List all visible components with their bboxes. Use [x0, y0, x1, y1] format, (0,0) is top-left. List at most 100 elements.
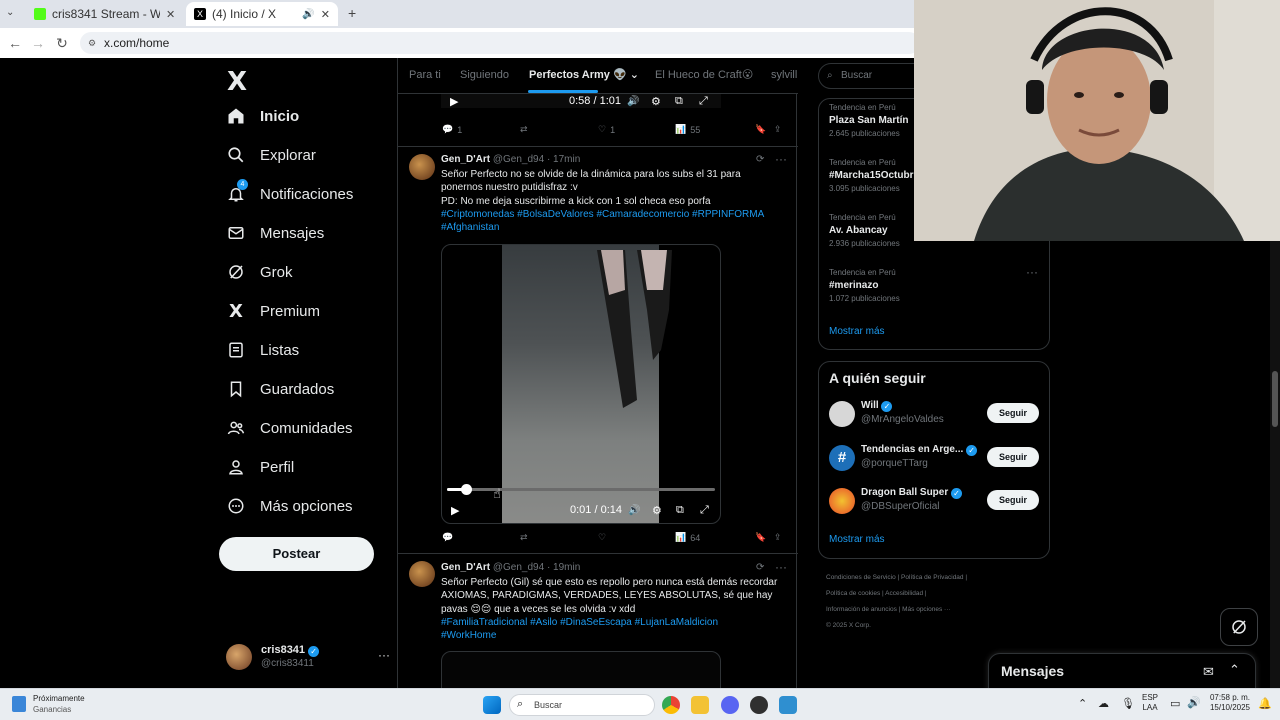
nav-item-explorar[interactable]: Explorar	[226, 140, 316, 170]
more-icon[interactable]: ···	[775, 560, 787, 574]
volume-icon[interactable]: 🔊	[628, 505, 640, 516]
follow-button[interactable]: Seguir	[987, 490, 1039, 510]
clock[interactable]: 07:58 p. m. 15/10/2025	[1206, 693, 1254, 713]
nav-item-mensajes[interactable]: Mensajes	[226, 218, 324, 248]
trend-item[interactable]: Tendencia en Perú #merinazo 1.072 public…	[829, 268, 900, 303]
trend-item[interactable]: Tendencia en Perú Av. Abancay 2.936 publ…	[829, 213, 900, 248]
taskbar-search[interactable]: ⌕ Buscar	[509, 694, 655, 716]
more-icon[interactable]: ···	[1026, 265, 1038, 279]
account-switcher[interactable]: cris8341 ✓ @cris83411 ···	[226, 644, 390, 676]
language-indicator[interactable]: ESP LAA	[1142, 693, 1158, 713]
video-scrubber-track[interactable]	[447, 484, 715, 495]
hashtags[interactable]: #Afghanistan	[441, 221, 786, 234]
back-icon[interactable]: ←	[3, 35, 27, 51]
reply-button[interactable]: 💬	[442, 532, 453, 543]
reply-button[interactable]: 💬 1	[442, 124, 462, 135]
settings-icon[interactable]: ⚙	[652, 504, 662, 517]
x-logo-icon[interactable]: X	[227, 67, 257, 97]
bookmark-button[interactable]: 🔖	[755, 532, 766, 543]
suggested-account[interactable]: Will ✓ @MrAngeloValdes Seguir	[829, 399, 1041, 431]
retweet-button[interactable]: ⇄	[520, 532, 528, 543]
footer-link-row[interactable]: Política de cookies | Accesibilidad |	[826, 586, 1046, 602]
video-player[interactable]: ▶ 0:01 / 0:14 🔊 ⚙ ⧉ ⤢	[441, 244, 721, 524]
hashtags[interactable]: #WorkHome	[441, 629, 786, 642]
obs-icon[interactable]	[750, 696, 768, 714]
follow-button[interactable]: Seguir	[987, 403, 1039, 423]
video-scrubber-handle[interactable]	[460, 484, 472, 495]
close-tab-icon[interactable]: ✕	[321, 8, 330, 21]
hashtags[interactable]: #Criptomonedas #BolsaDeValores #Camarade…	[441, 208, 786, 221]
footer-link-row[interactable]: Información de anuncios | Más opciones ·…	[826, 602, 1046, 618]
grok-icon[interactable]: ⟳	[756, 154, 764, 165]
trend-item[interactable]: Tendencia en Perú #Marcha15Octubr 3.095 …	[829, 158, 913, 193]
play-icon[interactable]: ▶	[450, 95, 458, 108]
show-more-trends-link[interactable]: Mostrar más	[829, 326, 885, 337]
show-more-follow-link[interactable]: Mostrar más	[829, 534, 885, 545]
fullscreen-icon[interactable]: ⤢	[700, 504, 709, 517]
trend-item[interactable]: Tendencia en Perú Plaza San Martín 2.645…	[829, 103, 908, 138]
chevron-up-icon[interactable]: ⌃	[1078, 697, 1087, 710]
nav-item-mas-opciones[interactable]: Más opciones	[226, 491, 353, 521]
tab-list-button[interactable]: ⌄	[6, 7, 14, 18]
nav-item-notificaciones[interactable]: 4 Notificaciones	[226, 179, 353, 209]
browser-tab-stream[interactable]: cris8341 Stream - Watch Live o ✕	[26, 2, 184, 26]
nav-item-perfil[interactable]: Perfil	[226, 452, 294, 482]
tab-siguiendo[interactable]: Siguiendo	[460, 58, 509, 94]
retweet-button[interactable]: ⇄	[520, 124, 528, 135]
suggested-account[interactable]: Dragon Ball Super ✓ @DBSuperOficial Segu…	[829, 486, 1041, 518]
like-button[interactable]: ♡	[598, 532, 606, 543]
start-icon[interactable]	[483, 696, 501, 714]
browser-tab-x-home[interactable]: X (4) Inicio / X 🔊 ✕	[186, 2, 338, 26]
avatar[interactable]	[409, 561, 435, 587]
speaker-icon[interactable]: 🔊	[302, 9, 314, 20]
tab-el-hueco-de-craft[interactable]: El Hueco de Craft😮	[655, 58, 753, 94]
notepad-icon[interactable]	[779, 696, 797, 714]
avatar[interactable]	[409, 154, 435, 180]
nav-item-listas[interactable]: Listas	[226, 335, 299, 365]
nav-item-guardados[interactable]: Guardados	[226, 374, 334, 404]
hashtags[interactable]: #FamiliaTradicional #Asilo #DinaSeEscapa…	[441, 616, 786, 629]
network-icon[interactable]: ▭	[1170, 697, 1180, 710]
microphone-icon[interactable]: 🎙	[1121, 697, 1135, 710]
settings-icon[interactable]: ⚙	[651, 95, 661, 108]
pip-icon[interactable]: ⧉	[675, 95, 683, 108]
nav-item-premium[interactable]: X Premium	[226, 296, 320, 326]
collapse-icon[interactable]: ⌃	[1229, 662, 1240, 678]
pip-icon[interactable]: ⧉	[676, 504, 684, 517]
volume-icon[interactable]: 🔊	[627, 96, 639, 107]
tab-sylvill[interactable]: sylvill	[771, 58, 797, 94]
weather-widget[interactable]: Próximamente Ganancias	[12, 694, 112, 716]
more-icon[interactable]: ···	[378, 648, 390, 662]
new-tab-button[interactable]: +	[348, 5, 356, 21]
tab-perfectos-army[interactable]: Perfectos Army 👽 ⌄	[529, 58, 639, 94]
play-icon[interactable]: ▶	[451, 504, 459, 517]
footer-link-row[interactable]: Condiciones de Servicio | Política de Pr…	[826, 570, 1046, 586]
reload-icon[interactable]: ↻	[50, 35, 74, 52]
like-button[interactable]: ♡ 1	[598, 124, 615, 135]
chevron-down-icon[interactable]: ⌄	[630, 69, 639, 81]
bookmark-button[interactable]: 🔖	[755, 124, 766, 135]
views-button[interactable]: 📊 64	[675, 532, 700, 543]
url-field[interactable]: ⚙ x.com/home	[80, 32, 920, 54]
suggested-account[interactable]: # Tendencias en Arge... ✓ @porqueTTarg S…	[829, 443, 1041, 475]
file-explorer-icon[interactable]	[691, 696, 709, 714]
new-message-icon[interactable]: ✉	[1203, 664, 1214, 680]
nav-item-comunidades[interactable]: Comunidades	[226, 413, 353, 443]
tab-para-ti[interactable]: Para ti	[409, 58, 441, 94]
forward-icon[interactable]: →	[26, 35, 50, 51]
grok-floating-button[interactable]	[1220, 608, 1258, 646]
more-icon[interactable]: ···	[775, 152, 787, 166]
nav-item-inicio[interactable]: Inicio	[226, 101, 299, 131]
site-info-icon[interactable]: ⚙	[88, 38, 96, 49]
share-button[interactable]: ⇪	[774, 532, 782, 543]
grok-icon[interactable]: ⟳	[756, 562, 764, 573]
views-button[interactable]: 📊 55	[675, 124, 700, 135]
follow-button[interactable]: Seguir	[987, 447, 1039, 467]
discord-icon[interactable]	[721, 696, 739, 714]
messages-drawer[interactable]: Mensajes ✉ ⌃	[988, 653, 1256, 693]
chrome-icon[interactable]	[662, 696, 680, 714]
notification-bell-icon[interactable]: 🔔	[1258, 697, 1272, 710]
cloud-icon[interactable]: ☁	[1098, 697, 1109, 710]
post-button[interactable]: Postear	[219, 537, 374, 571]
volume-icon[interactable]: 🔊	[1187, 696, 1201, 709]
